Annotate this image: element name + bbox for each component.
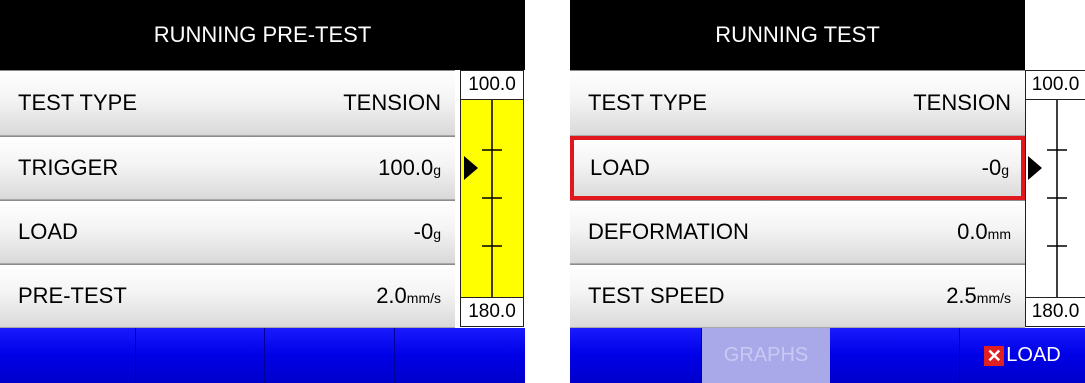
load-gauge [1025,100,1085,297]
gauge-max-label: 100.0 [460,70,524,100]
row-label: TEST TYPE [588,90,708,115]
row-value: 100.0g [378,155,441,180]
softkey-bar: GRAPHS ✕ LOAD [570,328,1085,383]
pre-test-speed-row[interactable]: PRE-TEST 2.0mm/s [0,264,455,328]
test-type-row[interactable]: TEST TYPE TENSION [0,70,455,136]
pre-test-panel: RUNNING PRE-TEST TEST TYPE TENSION TRIGG… [0,0,526,383]
row-value: TENSION [343,90,441,115]
row-value: -0g [413,219,441,244]
row-value: 0.0mm [957,219,1011,244]
graphs-button[interactable]: GRAPHS [702,328,830,383]
gauge-min-label: 180.0 [460,297,524,327]
softkey-4[interactable] [395,328,525,383]
load-row[interactable]: LOAD -0g [0,200,455,264]
gauge-scale [460,100,524,297]
row-label: TEST TYPE [18,90,138,115]
row-value: 2.5mm/s [946,283,1011,308]
test-type-row[interactable]: TEST TYPE TENSION [570,70,1025,136]
gauge-pointer-icon [1028,156,1042,180]
row-label: LOAD [590,155,650,180]
gauge-max-label: 100.0 [1025,70,1085,100]
softkey-bar [0,328,525,383]
load-button[interactable]: ✕ LOAD [960,328,1085,383]
softkey-2[interactable] [136,328,265,383]
row-value: 2.0mm/s [376,283,441,308]
trigger-row[interactable]: TRIGGER 100.0g [0,136,455,200]
deformation-row[interactable]: DEFORMATION 0.0mm [570,200,1025,264]
row-label: TEST SPEED [588,283,725,308]
row-label: LOAD [18,219,78,244]
test-speed-row[interactable]: TEST SPEED 2.5mm/s [570,264,1025,328]
row-label: DEFORMATION [588,219,749,244]
row-value: -0g [981,155,1009,180]
page-title: RUNNING TEST [570,0,1025,70]
page-title: RUNNING PRE-TEST [0,0,525,70]
row-value: TENSION [913,90,1011,115]
test-panel: RUNNING TEST TEST TYPE TENSION LOAD -0g … [570,0,1085,383]
softkey-1[interactable] [0,328,136,383]
close-x-icon: ✕ [984,345,1005,366]
load-row-selected[interactable]: LOAD -0g [570,136,1025,200]
load-gauge [460,100,524,297]
softkey-3[interactable] [265,328,395,383]
load-button-label: LOAD [1006,344,1061,366]
row-label: TRIGGER [18,155,119,180]
gauge-pointer-icon [464,156,478,180]
softkey-1[interactable] [570,328,702,383]
row-label: PRE-TEST [18,283,127,308]
softkey-4[interactable] [830,328,960,383]
gauge-min-label: 180.0 [1025,297,1085,327]
gauge-scale [1025,100,1085,297]
